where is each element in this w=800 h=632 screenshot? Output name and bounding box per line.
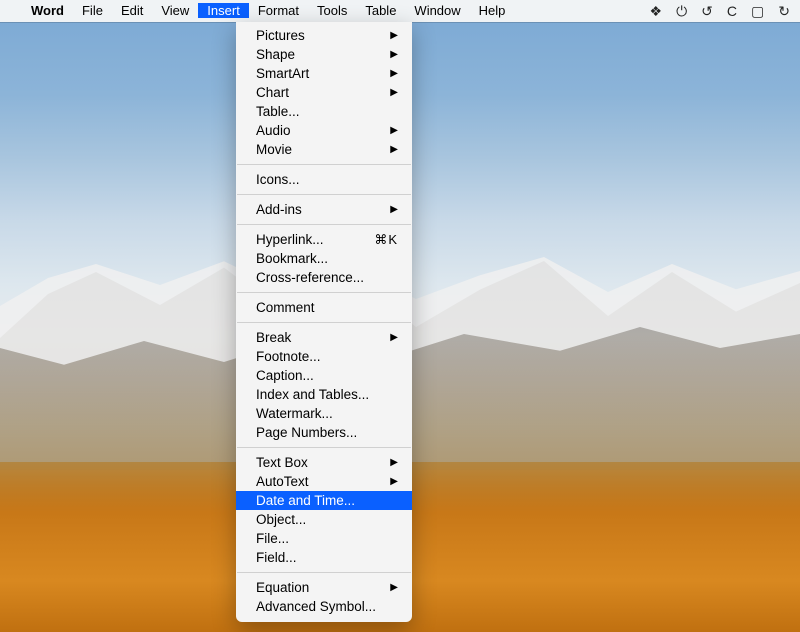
menuitem-label: Advanced Symbol... — [256, 599, 398, 614]
menu-separator — [237, 194, 411, 195]
menuitem-movie[interactable]: Movie▶ — [236, 140, 412, 159]
menuitem-label: Break — [256, 330, 390, 345]
menu-separator — [237, 224, 411, 225]
menu-help[interactable]: Help — [470, 3, 515, 18]
menuitem-label: Icons... — [256, 172, 398, 187]
crescent-icon[interactable]: C — [727, 3, 737, 19]
menuitem-file[interactable]: File... — [236, 529, 412, 548]
menuitem-label: Caption... — [256, 368, 398, 383]
app-name[interactable]: Word — [22, 0, 73, 22]
menubar: Word FileEditViewInsertFormatToolsTableW… — [0, 0, 800, 22]
menuitem-label: Object... — [256, 512, 398, 527]
menuitem-label: Equation — [256, 580, 390, 595]
submenu-arrow-icon: ▶ — [390, 582, 398, 593]
menuitem-watermark[interactable]: Watermark... — [236, 404, 412, 423]
power-icon[interactable]: ⏻ — [676, 3, 687, 20]
menu-separator — [237, 322, 411, 323]
menuitem-label: Bookmark... — [256, 251, 398, 266]
menuitem-add-ins[interactable]: Add-ins▶ — [236, 200, 412, 219]
menuitem-object[interactable]: Object... — [236, 510, 412, 529]
menuitem-footnote[interactable]: Footnote... — [236, 347, 412, 366]
menuitem-pictures[interactable]: Pictures▶ — [236, 26, 412, 45]
submenu-arrow-icon: ▶ — [390, 125, 398, 136]
menuitem-label: Shape — [256, 47, 390, 62]
time-machine-icon[interactable]: ↻ — [778, 3, 790, 20]
menuitem-label: Date and Time... — [256, 493, 398, 508]
menuitem-label: Cross-reference... — [256, 270, 398, 285]
menuitem-label: Hyperlink... — [256, 232, 374, 247]
menuitem-smartart[interactable]: SmartArt▶ — [236, 64, 412, 83]
submenu-arrow-icon: ▶ — [390, 476, 398, 487]
menu-separator — [237, 164, 411, 165]
menu-file[interactable]: File — [73, 3, 112, 18]
menuitem-label: Chart — [256, 85, 390, 100]
menuitem-hyperlink[interactable]: Hyperlink...⌘K — [236, 230, 412, 249]
menu-table[interactable]: Table — [356, 3, 405, 18]
menuitem-page-numbers[interactable]: Page Numbers... — [236, 423, 412, 442]
menuitem-date-and-time[interactable]: Date and Time... — [236, 491, 412, 510]
menuitem-label: Movie — [256, 142, 390, 157]
menuitem-label: Add-ins — [256, 202, 390, 217]
menuitem-label: Field... — [256, 550, 398, 565]
menu-view[interactable]: View — [152, 3, 198, 18]
menuitem-break[interactable]: Break▶ — [236, 328, 412, 347]
menuitem-label: Watermark... — [256, 406, 398, 421]
submenu-arrow-icon: ▶ — [390, 30, 398, 41]
menuitem-caption[interactable]: Caption... — [236, 366, 412, 385]
menuitem-advanced-symbol[interactable]: Advanced Symbol... — [236, 597, 412, 616]
menuitem-table[interactable]: Table... — [236, 102, 412, 121]
menuitem-audio[interactable]: Audio▶ — [236, 121, 412, 140]
menuitem-chart[interactable]: Chart▶ — [236, 83, 412, 102]
menuitem-label: Audio — [256, 123, 390, 138]
submenu-arrow-icon: ▶ — [390, 144, 398, 155]
apple-menu-icon[interactable] — [0, 0, 22, 22]
submenu-arrow-icon: ▶ — [390, 332, 398, 343]
menuitem-label: Page Numbers... — [256, 425, 398, 440]
menu-separator — [237, 572, 411, 573]
menu-format[interactable]: Format — [249, 3, 308, 18]
menuitem-shortcut: ⌘K — [374, 232, 398, 248]
menu-separator — [237, 447, 411, 448]
menuitem-label: Text Box — [256, 455, 390, 470]
menuitem-equation[interactable]: Equation▶ — [236, 578, 412, 597]
menuitem-bookmark[interactable]: Bookmark... — [236, 249, 412, 268]
menuitem-label: Index and Tables... — [256, 387, 398, 402]
submenu-arrow-icon: ▶ — [390, 49, 398, 60]
menuitem-label: Comment — [256, 300, 398, 315]
menuitem-autotext[interactable]: AutoText▶ — [236, 472, 412, 491]
submenu-arrow-icon: ▶ — [390, 204, 398, 215]
menu-window[interactable]: Window — [405, 3, 469, 18]
menuitem-label: AutoText — [256, 474, 390, 489]
menuitem-index-and-tables[interactable]: Index and Tables... — [236, 385, 412, 404]
menuitem-label: Table... — [256, 104, 398, 119]
menuitem-cross-reference[interactable]: Cross-reference... — [236, 268, 412, 287]
menuitem-label: Pictures — [256, 28, 390, 43]
menuitem-label: Footnote... — [256, 349, 398, 364]
menuitem-text-box[interactable]: Text Box▶ — [236, 453, 412, 472]
insert-menu-dropdown: Pictures▶Shape▶SmartArt▶Chart▶Table...Au… — [236, 22, 412, 622]
menuitem-icons[interactable]: Icons... — [236, 170, 412, 189]
menu-separator — [237, 292, 411, 293]
sync-icon[interactable]: ↺ — [701, 3, 713, 20]
menuitem-label: SmartArt — [256, 66, 390, 81]
submenu-arrow-icon: ▶ — [390, 68, 398, 79]
menu-tools[interactable]: Tools — [308, 3, 356, 18]
airplay-icon[interactable]: ▢ — [751, 3, 764, 20]
menuitem-comment[interactable]: Comment — [236, 298, 412, 317]
submenu-arrow-icon: ▶ — [390, 457, 398, 468]
menu-edit[interactable]: Edit — [112, 3, 152, 18]
menuitem-shape[interactable]: Shape▶ — [236, 45, 412, 64]
submenu-arrow-icon: ▶ — [390, 87, 398, 98]
menu-insert[interactable]: Insert — [198, 3, 249, 18]
menuitem-field[interactable]: Field... — [236, 548, 412, 567]
menuitem-label: File... — [256, 531, 398, 546]
dropbox-icon[interactable]: ❖ — [650, 3, 663, 20]
